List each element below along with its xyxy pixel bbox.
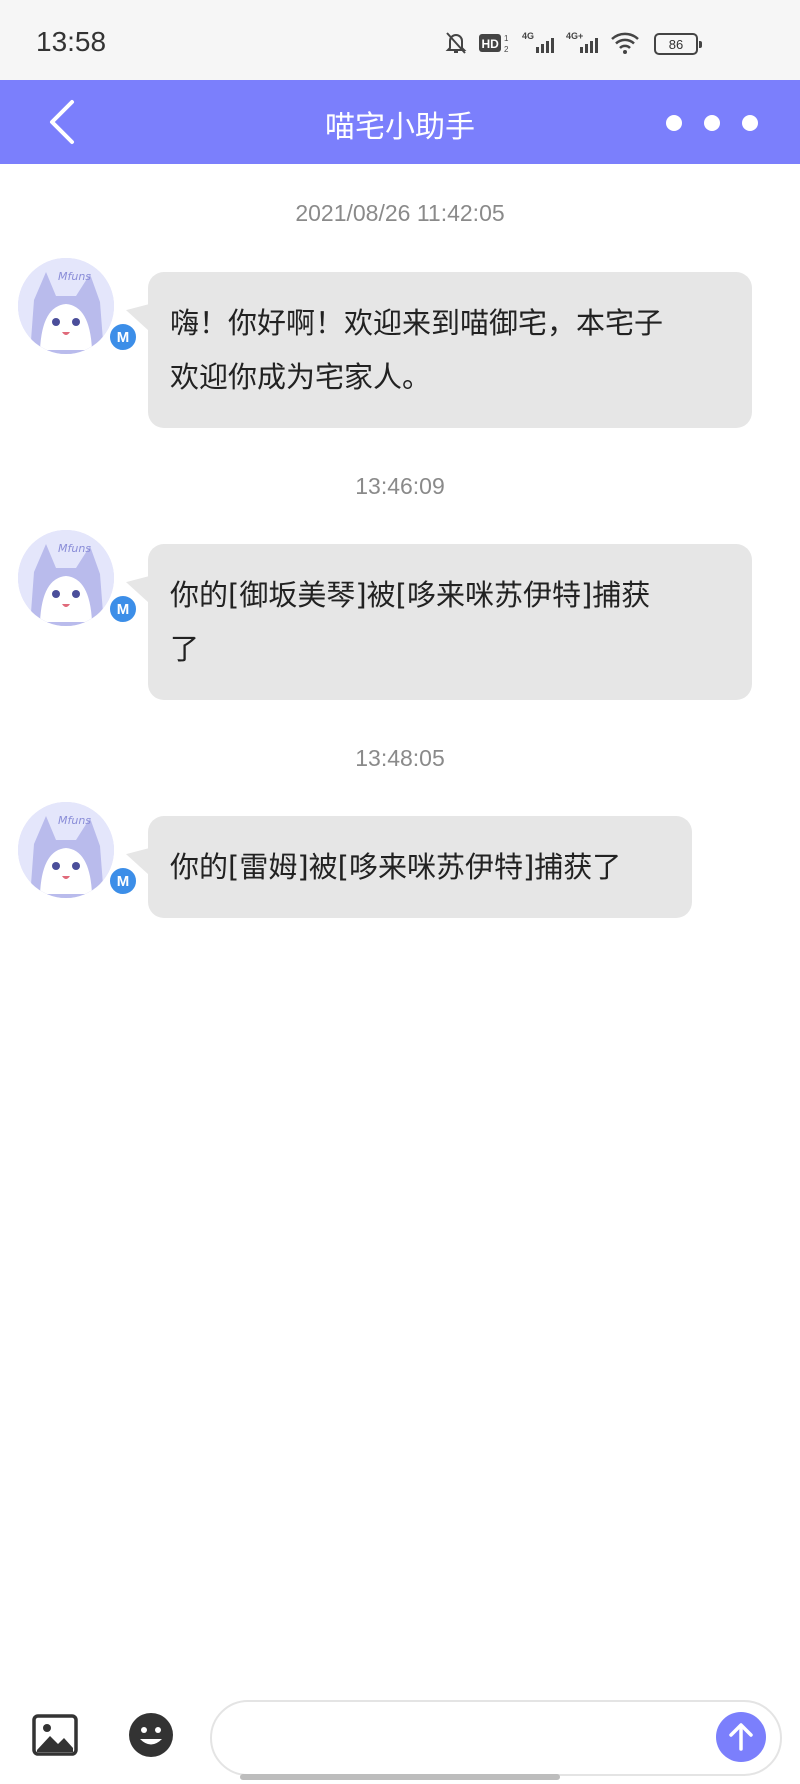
chat-header: 喵宅小助手 [0, 80, 800, 164]
send-arrow-icon [729, 1723, 753, 1751]
avatar[interactable]: Mfuns M [18, 258, 138, 354]
signal-4g-icon: 4G [522, 30, 556, 56]
more-dot-icon [666, 115, 682, 131]
wifi-icon [610, 31, 640, 55]
image-button[interactable] [32, 1714, 78, 1756]
home-indicator[interactable] [240, 1774, 560, 1780]
message-timestamp: 13:46:09 [355, 473, 445, 499]
message-bubble[interactable]: 嗨！你好啊！欢迎来到喵御宅，本宅子 欢迎你成为宅家人。 [148, 272, 752, 428]
message-bubble[interactable]: 你的[御坂美琴]被[哆来咪苏伊特]捕获 了 [148, 544, 752, 700]
image-icon [32, 1714, 78, 1756]
message-text-line: 欢迎你成为宅家人。 [170, 360, 432, 394]
svg-text:Mfuns: Mfuns [58, 814, 91, 827]
svg-text:Mfuns: Mfuns [58, 542, 91, 555]
more-options-button[interactable] [666, 106, 758, 140]
message-input-bar [0, 1690, 800, 1784]
svg-text:HD: HD [482, 37, 500, 51]
more-dot-icon [704, 115, 720, 131]
signal-4g-plus-icon: 4G+ [566, 30, 600, 56]
cat-girl-avatar-icon: Mfuns [18, 258, 114, 354]
status-icons: HD 1 2 4G 4G+ [444, 28, 640, 58]
hd-icon: HD 1 2 [478, 31, 512, 55]
avatar[interactable]: Mfuns M [18, 530, 138, 626]
send-button[interactable] [716, 1712, 766, 1762]
cat-girl-avatar-icon: Mfuns [18, 530, 114, 626]
message-text-line: 了 [170, 632, 200, 666]
avatar[interactable]: Mfuns M [18, 802, 138, 898]
battery-indicator: 86 [654, 33, 702, 55]
message-bubble[interactable]: 你的[雷姆]被[哆来咪苏伊特]捕获了 [148, 816, 692, 918]
message-input[interactable] [210, 1700, 782, 1776]
message-text-line: 你的[御坂美琴]被[哆来咪苏伊特]捕获 [170, 578, 651, 612]
svg-text:4G: 4G [522, 31, 534, 41]
message-timestamp: 13:48:05 [355, 745, 445, 771]
status-bar: 13:58 HD 1 2 4G 4G+ 86 [0, 0, 800, 80]
emoji-icon [129, 1713, 173, 1757]
bell-off-icon [444, 30, 468, 56]
svg-text:4G+: 4G+ [566, 31, 583, 41]
message-timestamp: 2021/08/26 11:42:05 [295, 200, 505, 226]
message-text-line: 你的[雷姆]被[哆来咪苏伊特]捕获了 [170, 850, 622, 884]
svg-text:1: 1 [504, 34, 509, 43]
svg-text:2: 2 [504, 45, 509, 54]
status-time: 13:58 [36, 26, 107, 57]
svg-text:Mfuns: Mfuns [58, 270, 91, 283]
more-dot-icon [742, 115, 758, 131]
emoji-button[interactable] [128, 1712, 174, 1758]
message-text-line: 嗨！你好啊！欢迎来到喵御宅，本宅子 [170, 306, 664, 340]
cat-girl-avatar-icon: Mfuns [18, 802, 114, 898]
